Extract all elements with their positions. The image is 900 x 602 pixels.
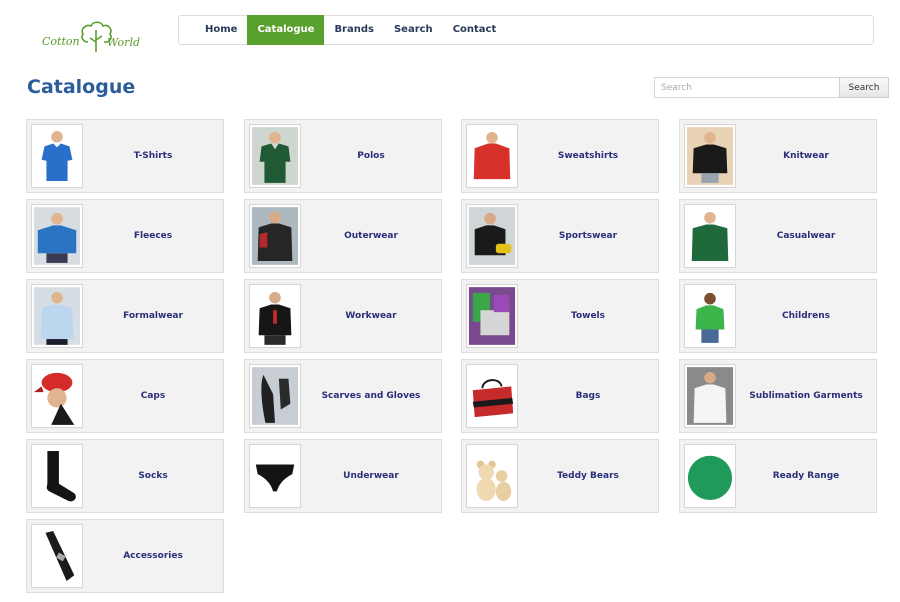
formalwear-icon bbox=[31, 284, 83, 348]
category-label: Workwear bbox=[345, 311, 397, 321]
underwear-icon bbox=[249, 444, 301, 508]
category-label: Socks bbox=[138, 471, 168, 481]
towels-icon bbox=[466, 284, 518, 348]
category-card-towels[interactable]: Towels bbox=[461, 279, 659, 353]
nav-item-search[interactable]: Search bbox=[384, 15, 443, 45]
category-label: Casualwear bbox=[776, 231, 836, 241]
search-input[interactable] bbox=[654, 77, 840, 98]
outerwear-icon bbox=[249, 204, 301, 268]
tshirt-icon bbox=[31, 124, 83, 188]
bag-icon bbox=[466, 364, 518, 428]
tree-logo-icon bbox=[81, 21, 112, 52]
category-label: Accessories bbox=[123, 551, 183, 561]
category-card-polos[interactable]: Polos bbox=[244, 119, 442, 193]
category-label: Fleeces bbox=[133, 231, 173, 241]
category-card-sweatshirts[interactable]: Sweatshirts bbox=[461, 119, 659, 193]
category-card-socks[interactable]: Socks bbox=[26, 439, 224, 513]
category-label: Ready Range bbox=[772, 471, 840, 481]
logo-text-cotton: Cotton bbox=[42, 35, 80, 48]
logo-text-world: World bbox=[107, 36, 140, 49]
knitwear-icon bbox=[684, 124, 736, 188]
gloves-icon bbox=[249, 364, 301, 428]
accessory-icon bbox=[31, 524, 83, 588]
category-card-scarves-and-gloves[interactable]: Scarves and Gloves bbox=[244, 359, 442, 433]
category-label: Sublimation Garments bbox=[749, 391, 863, 401]
page-title: Catalogue bbox=[27, 76, 136, 98]
category-label: Knitwear bbox=[783, 151, 829, 161]
category-card-ready-range[interactable]: Ready Range bbox=[679, 439, 877, 513]
category-card-sportswear[interactable]: Sportswear bbox=[461, 199, 659, 273]
category-card-outerwear[interactable]: Outerwear bbox=[244, 199, 442, 273]
nav-item-home[interactable]: Home bbox=[195, 15, 247, 45]
fleece-icon bbox=[31, 204, 83, 268]
category-card-teddy-bears[interactable]: Teddy Bears bbox=[461, 439, 659, 513]
nav-item-brands[interactable]: Brands bbox=[324, 15, 384, 45]
category-card-childrens[interactable]: Childrens bbox=[679, 279, 877, 353]
category-label: T-Shirts bbox=[133, 151, 173, 161]
search-button[interactable]: Search bbox=[839, 77, 889, 98]
workwear-icon bbox=[249, 284, 301, 348]
teddy-bear-icon bbox=[466, 444, 518, 508]
childrens-icon bbox=[684, 284, 736, 348]
category-label: Sweatshirts bbox=[557, 151, 619, 161]
category-label: Underwear bbox=[343, 471, 399, 481]
category-label: Teddy Bears bbox=[557, 471, 619, 481]
category-card-underwear[interactable]: Underwear bbox=[244, 439, 442, 513]
sweatshirt-icon bbox=[466, 124, 518, 188]
casualwear-icon bbox=[684, 204, 736, 268]
category-label: Formalwear bbox=[123, 311, 183, 321]
category-label: Sportswear bbox=[558, 231, 618, 241]
category-label: Towels bbox=[571, 311, 605, 321]
category-card-formalwear[interactable]: Formalwear bbox=[26, 279, 224, 353]
nav-item-catalogue[interactable]: Catalogue bbox=[247, 14, 325, 45]
category-card-tshirts[interactable]: T-Shirts bbox=[26, 119, 224, 193]
polo-icon bbox=[249, 124, 301, 188]
category-label: Childrens bbox=[782, 311, 830, 321]
category-card-knitwear[interactable]: Knitwear bbox=[679, 119, 877, 193]
sportswear-icon bbox=[466, 204, 518, 268]
sock-icon bbox=[31, 444, 83, 508]
main-nav: Home Catalogue Brands Search Contact bbox=[178, 14, 874, 45]
category-label: Outerwear bbox=[344, 231, 398, 241]
category-card-casualwear[interactable]: Casualwear bbox=[679, 199, 877, 273]
category-card-caps[interactable]: Caps bbox=[26, 359, 224, 433]
category-label: Bags bbox=[575, 391, 601, 401]
category-card-fleeces[interactable]: Fleeces bbox=[26, 199, 224, 273]
category-card-accessories[interactable]: Accessories bbox=[26, 519, 224, 593]
category-label: Caps bbox=[140, 391, 166, 401]
category-card-workwear[interactable]: Workwear bbox=[244, 279, 442, 353]
cotton-world-logo[interactable]: Cotton World bbox=[40, 12, 152, 56]
category-label: Scarves and Gloves bbox=[321, 391, 421, 401]
category-card-sublimation-garments[interactable]: Sublimation Garments bbox=[679, 359, 877, 433]
frisbee-icon bbox=[684, 444, 736, 508]
cap-icon bbox=[31, 364, 83, 428]
sublimation-icon bbox=[684, 364, 736, 428]
nav-item-contact[interactable]: Contact bbox=[443, 15, 507, 45]
category-label: Polos bbox=[357, 151, 385, 161]
category-card-bags[interactable]: Bags bbox=[461, 359, 659, 433]
